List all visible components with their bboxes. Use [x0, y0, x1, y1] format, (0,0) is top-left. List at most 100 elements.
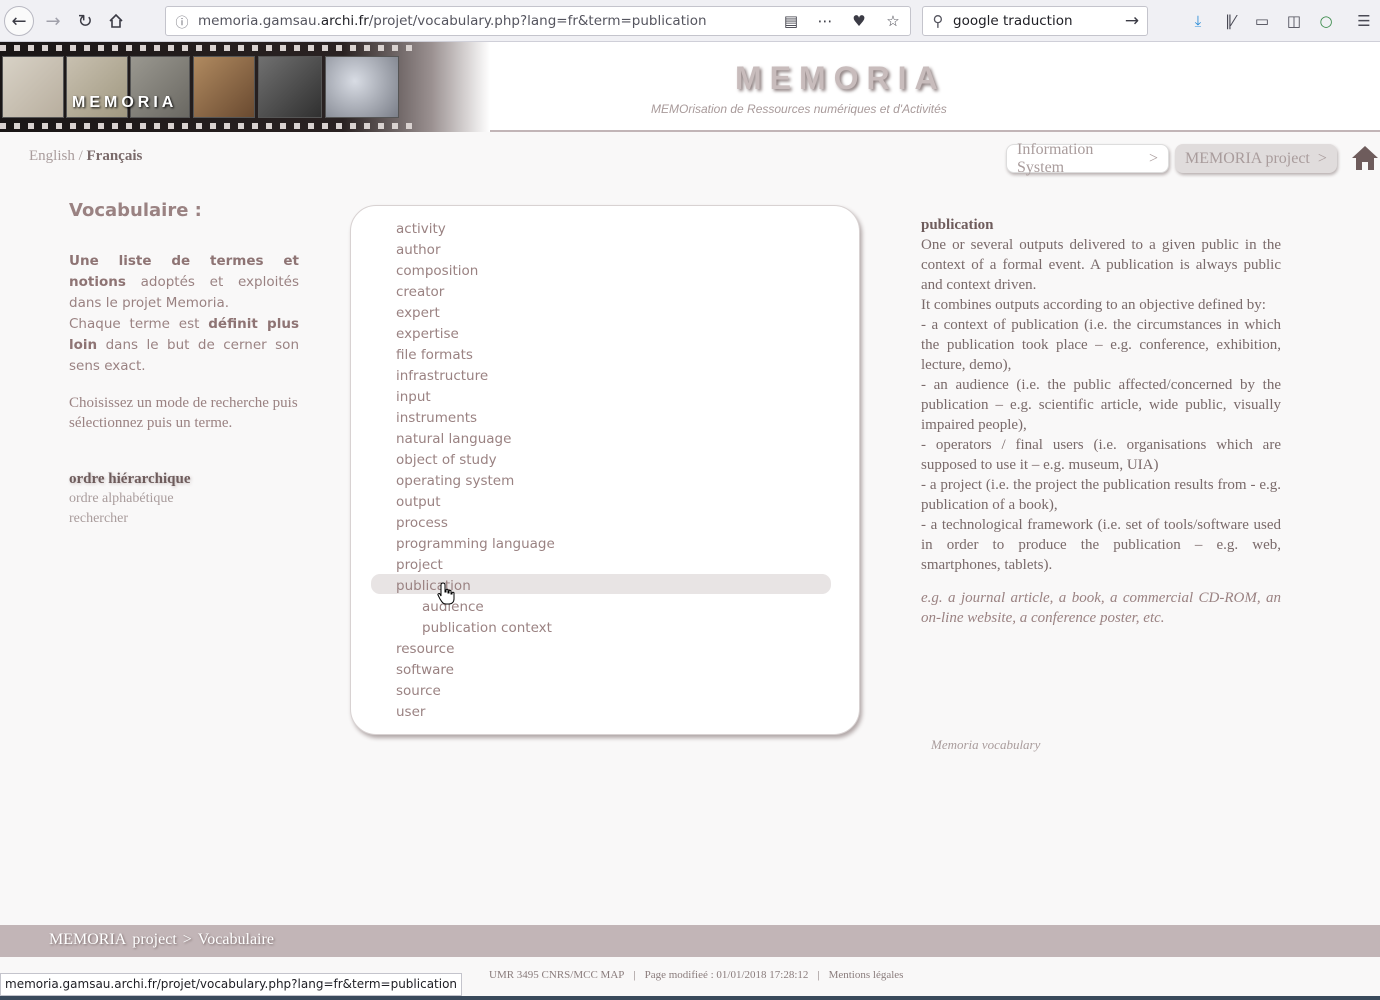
term-item[interactable]: process — [396, 513, 448, 533]
footer-modified: Page modifieé : 01/01/2018 17:28:12 — [644, 969, 809, 981]
definition-term: publication — [921, 217, 994, 233]
definition-line: - a technological framework (i.e. set of… — [921, 517, 1281, 573]
reading-list-icon[interactable]: ▭ — [1250, 9, 1274, 33]
info-icon[interactable]: ⓘ — [166, 12, 198, 31]
hand-cursor-icon — [437, 582, 455, 606]
footer-crumb-separator: > — [182, 931, 192, 948]
menu-hamburger-icon[interactable]: ☰ — [1352, 9, 1376, 33]
lang-english-link[interactable]: English — [29, 148, 75, 164]
term-item[interactable]: publication — [396, 576, 471, 596]
sidebar-icon[interactable]: ◫ — [1282, 9, 1306, 33]
logo-text: MEMORIA — [72, 94, 178, 111]
search-input[interactable]: google traduction — [953, 13, 1117, 29]
film-frame-image — [258, 56, 322, 118]
mode-alphabetical[interactable]: ordre alphabétique — [69, 489, 299, 509]
search-box[interactable]: ⚲ google traduction → — [922, 6, 1148, 36]
footer-separator: | — [817, 969, 820, 981]
film-frame-image — [2, 56, 64, 118]
term-item[interactable]: user — [396, 702, 425, 722]
footer-separator: | — [633, 969, 636, 981]
search-icon: ⚲ — [932, 12, 944, 30]
search-mode-hint: Choisissez un mode de recherche puis sél… — [69, 395, 298, 431]
term-item[interactable]: file formats — [396, 345, 473, 365]
film-strip-banner: MEMORIA — [0, 42, 490, 132]
page-title: Vocabulaire : — [69, 200, 202, 221]
term-item[interactable]: operating system — [396, 471, 514, 491]
downloads-icon[interactable]: ⤓ — [1186, 9, 1210, 33]
film-perforations-bottom — [0, 123, 420, 129]
breadcrumb-information-system[interactable]: Information System > — [1006, 141, 1169, 176]
term-item[interactable]: source — [396, 681, 441, 701]
term-item[interactable]: software — [396, 660, 454, 680]
reload-icon[interactable]: ↻ — [70, 6, 100, 36]
footer-crumb-memoria[interactable]: MEMORIA — [49, 931, 126, 948]
breadcrumb-label: Information System — [1017, 140, 1094, 176]
definition-line: - a context of publication (i.e. the cir… — [921, 317, 1281, 373]
term-item[interactable]: project — [396, 555, 443, 575]
term-list-panel: activity author composition creator expert ex… — [350, 205, 860, 735]
footer-crumb-vocabulaire[interactable]: Vocabulaire — [198, 931, 274, 948]
taskbar-strip — [0, 996, 1380, 1000]
film-frame-image — [193, 56, 255, 118]
sub-term-item[interactable]: publication context — [422, 618, 552, 638]
term-item[interactable]: instruments — [396, 408, 477, 428]
footer-info: UMR 3495 CNRS/MCC MAP | Page modifieé : 01… — [489, 969, 903, 981]
more-actions-icon[interactable]: ⋯ — [808, 12, 842, 30]
definition-line: - a project (i.e. the project the public… — [921, 477, 1281, 513]
reader-view-icon[interactable]: ▤ — [774, 12, 808, 30]
lang-french-link[interactable]: Français — [87, 148, 143, 164]
term-item[interactable]: output — [396, 492, 441, 512]
home-icon[interactable] — [1350, 144, 1380, 172]
term-item[interactable]: composition — [396, 261, 478, 281]
term-item[interactable]: activity — [396, 219, 446, 239]
film-perforations-top — [0, 45, 420, 51]
term-item[interactable]: programming language — [396, 534, 555, 554]
intro-text-2: Chaque terme est — [69, 316, 200, 332]
film-frame-image — [325, 56, 399, 118]
definition-panel: publication One or several outputs deliv… — [921, 215, 1281, 628]
site-title: MEMORIA — [735, 60, 946, 96]
site-header: MEMORIA MEMORIA MEMOrisation de Ressourc… — [0, 42, 1380, 132]
mode-hierarchical[interactable]: ordre hiérarchique — [69, 469, 299, 489]
search-go-icon[interactable]: → — [1117, 11, 1147, 31]
back-arrow-icon[interactable]: ← — [4, 6, 34, 36]
breadcrumb-arrow: > — [1148, 149, 1158, 167]
term-item[interactable]: creator — [396, 282, 444, 302]
term-item[interactable]: input — [396, 387, 431, 407]
pocket-icon[interactable]: ♥ — [842, 12, 876, 30]
intro-paragraph: Une liste de termes et notions adoptés e… — [69, 251, 299, 377]
breadcrumb-memoria-project[interactable]: MEMORIA project > — [1175, 144, 1337, 173]
definition-example: e.g. a journal article, a book, a commer… — [921, 590, 1281, 626]
intro-text-3: dans le but de cerner son sens exact. — [69, 337, 299, 374]
term-item[interactable]: expert — [396, 303, 440, 323]
vocabulary-source-label: Memoria vocabulary — [931, 737, 1041, 752]
extension-icon[interactable]: ○ — [1314, 9, 1338, 33]
definition-line: One or several outputs delivered to a gi… — [921, 237, 1281, 293]
term-item[interactable]: natural language — [396, 429, 511, 449]
mode-search[interactable]: rechercher — [69, 509, 299, 529]
definition-line: - an audience (i.e. the public affected/… — [921, 377, 1281, 433]
breadcrumb-arrow: > — [1317, 149, 1327, 167]
definition-line: It combines outputs according to an obje… — [921, 297, 1266, 313]
breadcrumb-label: MEMORIA project — [1185, 149, 1310, 167]
term-item[interactable]: resource — [396, 639, 454, 659]
intro-column: Vocabulaire : Une liste de termes et not… — [69, 200, 299, 529]
bookmark-star-icon[interactable]: ☆ — [876, 12, 910, 30]
browser-status-url: memoria.gamsau.archi.fr/projet/vocabular… — [0, 973, 463, 996]
term-item[interactable]: infrastructure — [396, 366, 488, 386]
term-item[interactable]: author — [396, 240, 441, 260]
library-icon[interactable]: ∥⁄ — [1218, 9, 1242, 33]
term-item[interactable]: object of study — [396, 450, 497, 470]
footer-legal-link[interactable]: Mentions légales — [829, 969, 904, 981]
lang-separator: / — [78, 148, 83, 164]
footer-crumb-project[interactable]: project — [132, 931, 176, 948]
forward-arrow-icon[interactable]: → — [38, 6, 68, 36]
url-text[interactable]: memoria.gamsau.archi.fr/projet/vocabular… — [198, 13, 774, 29]
home-icon[interactable] — [101, 6, 131, 36]
browser-toolbar: ← → ↻ ⓘ memoria.gamsau.archi.fr/projet/v… — [0, 0, 1380, 42]
address-bar[interactable]: ⓘ memoria.gamsau.archi.fr/projet/vocabul… — [165, 6, 911, 36]
site-subtitle: MEMOrisation de Ressources numériques et… — [651, 102, 947, 116]
term-item[interactable]: expertise — [396, 324, 459, 344]
language-switch: English / Français — [29, 148, 142, 165]
footer-breadcrumb: MEMORIA project > Vocabulaire — [49, 931, 280, 949]
